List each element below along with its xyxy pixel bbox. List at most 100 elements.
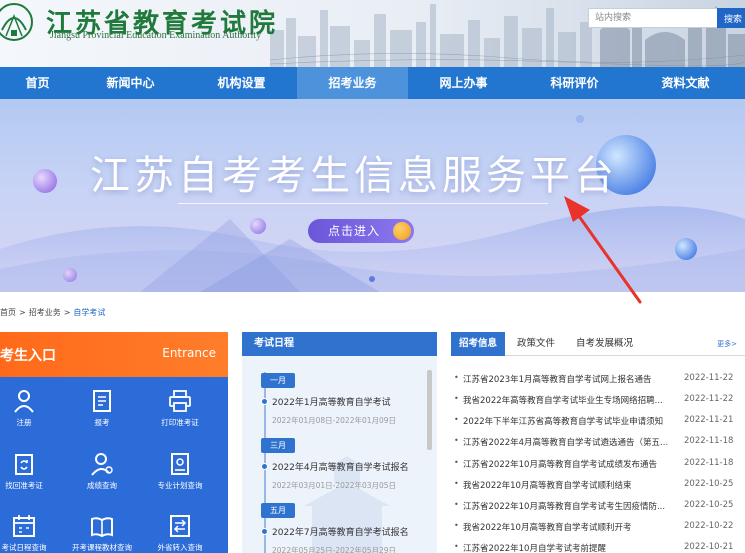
schedule-entry-title[interactable]: 2022年4月高等教育自学考试报名 [272,460,409,473]
entrance-label: 成绩查询 [87,481,117,490]
news-item[interactable]: 江苏省2022年10月高等教育自学考试成绩发布通告 2022-11-18 [454,458,745,474]
entrance-transfer-query[interactable]: 外省转入查询 [142,513,218,553]
news-date: 2022-11-21 [684,415,734,425]
search-input[interactable] [588,8,718,28]
news-title[interactable]: 我省2022年10月高等教育自学考试顺利开考 [463,521,631,533]
breadcrumb-separator: > [63,308,71,317]
news-date: 2022-10-25 [684,500,734,510]
tab-admission-info[interactable]: 招考信息 [451,332,506,356]
news-date: 2022-11-22 [684,373,734,383]
printer-icon [169,390,191,412]
user-icon [14,390,34,413]
breadcrumb-admissions[interactable]: 招考业务 [29,308,61,317]
news-item[interactable]: 我省2022年高等教育自学考试毕业生专场网络招聘... 2022-11-22 [454,394,745,410]
breadcrumb-separator: > [19,308,26,317]
nav-item-online-services[interactable]: 网上办事 [408,67,519,99]
entrance-register[interactable]: 注册 [0,388,62,428]
emblem-icon [0,3,33,41]
search-button[interactable]: 搜索 [717,8,745,28]
hero-banner[interactable]: 江苏自考考生信息服务平台 点击进入 [0,99,745,292]
nav-item-home[interactable]: 首页 [0,67,75,99]
enter-dot-icon [393,222,411,240]
news-item[interactable]: 我省2022年10月高等教育自学考试顺利结束 2022-10-25 [454,479,745,495]
news-title[interactable]: 江苏省2022年10月高等教育自学考试考生因疫情防... [463,500,665,512]
news-title[interactable]: 2022年下半年江苏省高等教育自学考试毕业申请须知 [463,415,663,427]
breadcrumb-home[interactable]: 首页 [0,308,16,317]
news-date: 2022-11-22 [684,394,734,404]
banner-divider [178,203,548,204]
news-title[interactable]: 江苏省2022年4月高等教育自学考试遴选通告（第五... [463,436,668,448]
news-panel: 招考信息 政策文件 自考发展概况 更多> 江苏省2023年1月高等教育自学考试网… [451,332,745,553]
news-item[interactable]: 江苏省2022年10月自学考试考前提醒 2022-10-21 [454,542,745,553]
month-tag-may: 五月 [261,503,295,518]
entrance-label: 开考课程教材查询 [72,543,132,552]
entrance-recover-ticket[interactable]: 找回准考证 [0,451,62,491]
book-icon [91,517,113,538]
entrance-course-query[interactable]: 开考课程教材查询 [64,513,140,553]
site-subtitle: Jiangsu Provincial Education Examination… [50,30,262,41]
entrance-label: 注册 [16,418,32,427]
schedule-title: 考试日程 [242,332,437,356]
news-item[interactable]: 江苏省2022年4月高等教育自学考试遴选通告（第五... 2022-11-18 [454,436,745,452]
news-item[interactable]: 江苏省2022年10月高等教育自学考试考生因疫情防... 2022-10-25 [454,500,745,516]
breadcrumb: 首页 > 招考业务 > 自学考试 [0,307,105,318]
entrance-plan-query[interactable]: 专业计划查询 [142,451,218,491]
entrance-title-en: Entrance [162,346,216,360]
refresh-card-icon [15,454,33,475]
month-tag-jan: 一月 [261,373,295,388]
schedule-scrollbar[interactable] [427,370,432,450]
timeline-dot [261,398,268,405]
nav-item-admissions[interactable]: 招考业务 [297,67,408,99]
user-search-icon [91,453,113,476]
schedule-entry-title[interactable]: 2022年1月高等教育自学考试 [272,395,391,408]
form-icon [93,390,111,412]
entrance-label: 打印准考证 [161,418,199,427]
news-date: 2022-11-18 [684,458,734,468]
banner-title: 江苏自考考生信息服务平台 [90,153,618,199]
news-title[interactable]: 江苏省2022年10月自学考试考前提醒 [463,542,606,553]
nav-item-news-center[interactable]: 新闻中心 [75,67,186,99]
entrance-title: 考生入口 [0,348,56,364]
tab-policy-documents[interactable]: 政策文件 [517,332,555,356]
news-item[interactable]: 2022年下半年江苏省高等教育自学考试毕业申请须知 2022-11-21 [454,415,745,431]
main-nav: 首页 新闻中心 机构设置 招考业务 网上办事 科研评价 资料文献 [0,67,745,99]
news-more-link[interactable]: 更多> [717,339,737,349]
news-date: 2022-10-25 [684,479,734,489]
news-title[interactable]: 我省2022年10月高等教育自学考试顺利结束 [463,479,631,491]
month-tag-mar: 三月 [261,438,295,453]
transfer-icon [170,515,190,537]
tab-development-overview[interactable]: 自考发展概况 [576,332,633,356]
news-title[interactable]: 江苏省2023年1月高等教育自学考试网上报名通告 [463,373,652,385]
entrance-apply[interactable]: 报考 [64,388,140,428]
entrance-label: 找回准考证 [5,481,43,490]
nav-item-organization[interactable]: 机构设置 [186,67,297,99]
timeline-dot [261,528,268,535]
enter-platform-button[interactable]: 点击进入 [308,219,414,243]
schedule-entry-title[interactable]: 2022年7月高等教育自学考试报名 [272,525,409,538]
enter-button-label: 点击进入 [328,224,381,238]
entrance-print-ticket[interactable]: 打印准考证 [142,388,218,428]
news-date: 2022-11-18 [684,436,734,446]
news-item[interactable]: 我省2022年10月高等教育自学考试顺利开考 2022-10-22 [454,521,745,537]
entrance-score-query[interactable]: 成绩查询 [64,451,140,491]
entrance-label: 专业计划查询 [157,481,203,490]
schedule-entry-dates: 2022年03月01日-2022年03月05日 [272,481,397,490]
news-title[interactable]: 江苏省2022年10月高等教育自学考试成绩发布通告 [463,458,657,470]
timeline-dot [261,463,268,470]
nav-item-research[interactable]: 科研评价 [519,67,630,99]
nav-item-documents[interactable]: 资料文献 [630,67,741,99]
candidate-entrance-panel: 考生入口 Entrance 注册 报考 打印准考证 找回准考证 成绩查询 专业计… [0,332,228,553]
news-title[interactable]: 我省2022年高等教育自学考试毕业生专场网络招聘... [463,394,663,406]
news-date: 2022-10-22 [684,521,734,531]
entrance-schedule-query[interactable]: 考试日程查询 [0,513,62,553]
entrance-label: 外省转入查询 [157,543,203,552]
entrance-label: 报考 [94,418,110,427]
entrance-label: 考试日程查询 [1,543,47,552]
news-tab-bar: 招考信息 政策文件 自考发展概况 更多> [451,332,745,356]
calendar-icon [13,515,35,537]
site-header: 江苏省教育考试院 Jiangsu Provincial Education Ex… [0,0,745,67]
plan-icon [171,453,189,475]
breadcrumb-current[interactable]: 自学考试 [73,308,105,317]
schedule-entry-dates: 2022年01月08日-2022年01月09日 [272,416,397,425]
news-item[interactable]: 江苏省2023年1月高等教育自学考试网上报名通告 2022-11-22 [454,373,745,389]
